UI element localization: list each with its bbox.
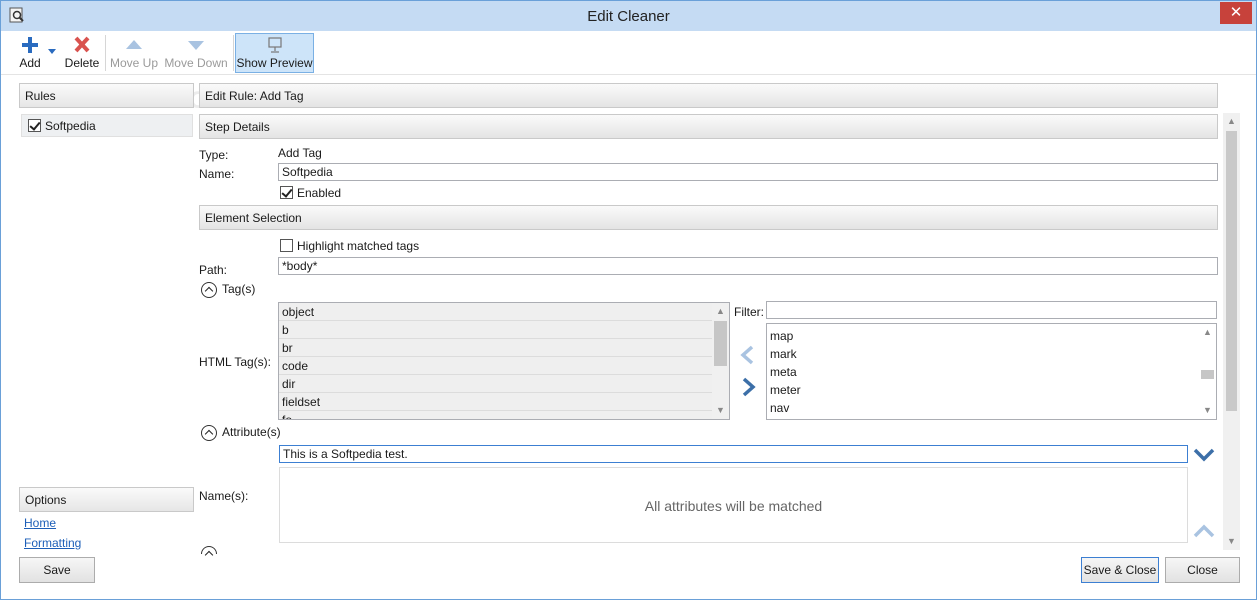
- plus-icon: [22, 37, 38, 53]
- save-button[interactable]: Save: [19, 557, 95, 583]
- list-item[interactable]: map: [767, 327, 1216, 345]
- move-down-button[interactable]: Move Down: [163, 34, 229, 72]
- html-tags-list[interactable]: object b br code dir fieldset fo... ▲ ▼: [278, 302, 730, 420]
- move-right-chevron-icon[interactable]: [738, 377, 758, 397]
- collapsed-section-icon[interactable]: [201, 546, 217, 554]
- list-item[interactable]: b: [279, 321, 729, 339]
- tags-section-label: Tag(s): [222, 282, 256, 297]
- options-header: Options: [19, 487, 194, 512]
- move-up-label: Move Up: [109, 56, 159, 70]
- filter-input[interactable]: [766, 301, 1217, 319]
- enabled-label: Enabled: [297, 186, 342, 200]
- scroll-up-icon[interactable]: ▲: [1199, 324, 1216, 341]
- toolbar: Add Delete Move Up Move Down Show Previe…: [1, 31, 1256, 75]
- rule-enabled-checkbox[interactable]: [28, 119, 41, 132]
- highlight-option[interactable]: Highlight matched tags: [280, 239, 419, 253]
- add-dropdown-chevron-icon[interactable]: [48, 49, 56, 55]
- highlight-label: Highlight matched tags: [297, 239, 420, 253]
- scroll-thumb[interactable]: [1201, 370, 1214, 379]
- toolbar-separator: [105, 35, 106, 71]
- toolbar-separator: [233, 35, 234, 71]
- list-item[interactable]: fo...: [279, 411, 729, 419]
- formatting-link[interactable]: Formatting: [24, 536, 81, 550]
- scroll-down-icon[interactable]: ▼: [1223, 533, 1240, 550]
- move-down-label: Move Down: [164, 56, 228, 70]
- main-scrollbar[interactable]: ▲ ▼: [1223, 113, 1240, 550]
- add-button[interactable]: Add: [15, 34, 45, 72]
- scroll-up-icon[interactable]: ▲: [712, 303, 729, 320]
- name-input[interactable]: Softpedia: [278, 163, 1218, 181]
- list-item[interactable]: meta: [767, 363, 1216, 381]
- close-button[interactable]: Close: [1165, 557, 1240, 583]
- delete-label: Delete: [64, 56, 100, 70]
- window-title: Edit Cleaner: [587, 8, 670, 25]
- collapse-up-icon[interactable]: [201, 425, 217, 441]
- rule-item-softpedia[interactable]: Softpedia: [21, 114, 193, 137]
- show-preview-label: Show Preview: [236, 56, 313, 70]
- add-attribute-chevron-down-icon[interactable]: [1193, 447, 1215, 463]
- highlight-checkbox[interactable]: [280, 239, 293, 252]
- scroll-up-icon[interactable]: ▲: [1223, 113, 1240, 130]
- attributes-section-toggle[interactable]: Attribute(s): [201, 425, 281, 441]
- move-up-button[interactable]: Move Up: [108, 34, 160, 72]
- names-label: Name(s):: [199, 489, 249, 503]
- available-tags-scrollbar[interactable]: ▲ ▼: [1199, 324, 1216, 419]
- list-item[interactable]: br: [279, 339, 729, 357]
- triangle-down-icon: [188, 41, 204, 50]
- rules-header: Rules: [19, 83, 194, 108]
- available-tags-list[interactable]: map mark meta meter nav ▲ ▼: [766, 323, 1217, 420]
- list-item[interactable]: code: [279, 357, 729, 375]
- home-link[interactable]: Home: [24, 516, 56, 530]
- enabled-checkbox[interactable]: [280, 186, 293, 199]
- filter-label: Filter:: [734, 305, 764, 319]
- tags-section-toggle[interactable]: Tag(s): [201, 282, 255, 298]
- type-value: Add Tag: [278, 146, 322, 160]
- remove-attribute-chevron-up-icon[interactable]: [1193, 523, 1215, 539]
- type-label: Type:: [199, 148, 229, 162]
- save-close-button[interactable]: Save & Close: [1081, 557, 1159, 583]
- scroll-thumb[interactable]: [714, 321, 727, 366]
- tags-list-scrollbar[interactable]: ▲ ▼: [712, 303, 729, 419]
- edit-cleaner-window: Edit Cleaner ✕ Add Delete Move Up Move D…: [0, 0, 1257, 600]
- list-item[interactable]: object: [279, 303, 729, 321]
- delete-x-icon: [74, 36, 90, 53]
- enabled-option[interactable]: Enabled: [280, 186, 341, 200]
- attribute-names-list[interactable]: All attributes will be matched: [279, 467, 1188, 543]
- list-item[interactable]: fieldset: [279, 393, 729, 411]
- list-item[interactable]: meter: [767, 381, 1216, 399]
- step-details-header: Step Details: [199, 114, 1218, 139]
- attribute-input[interactable]: This is a Softpedia test.: [279, 445, 1188, 463]
- move-left-chevron-icon[interactable]: [738, 345, 758, 365]
- title-bar: Edit Cleaner ✕: [1, 1, 1256, 31]
- add-label: Add: [19, 56, 41, 70]
- path-label: Path:: [199, 263, 228, 277]
- rule-item-label: Softpedia: [45, 119, 96, 133]
- list-item[interactable]: nav: [767, 399, 1216, 417]
- monitor-icon: [267, 37, 282, 53]
- scroll-down-icon[interactable]: ▼: [1199, 402, 1216, 419]
- show-preview-button[interactable]: Show Preview: [235, 33, 314, 73]
- list-item[interactable]: mark: [767, 345, 1216, 363]
- collapse-up-icon[interactable]: [201, 282, 217, 298]
- edit-rule-header: Edit Rule: Add Tag: [199, 83, 1218, 108]
- list-item[interactable]: dir: [279, 375, 729, 393]
- window-close-button[interactable]: ✕: [1220, 2, 1252, 24]
- html-tags-label: HTML Tag(s):: [199, 355, 272, 369]
- scroll-thumb[interactable]: [1226, 131, 1237, 411]
- path-input[interactable]: *body*: [278, 257, 1218, 275]
- scroll-down-icon[interactable]: ▼: [712, 402, 729, 419]
- triangle-up-icon: [126, 40, 142, 49]
- delete-button[interactable]: Delete: [63, 34, 101, 72]
- name-label: Name:: [199, 167, 235, 181]
- element-selection-header: Element Selection: [199, 205, 1218, 230]
- attributes-section-label: Attribute(s): [222, 425, 281, 440]
